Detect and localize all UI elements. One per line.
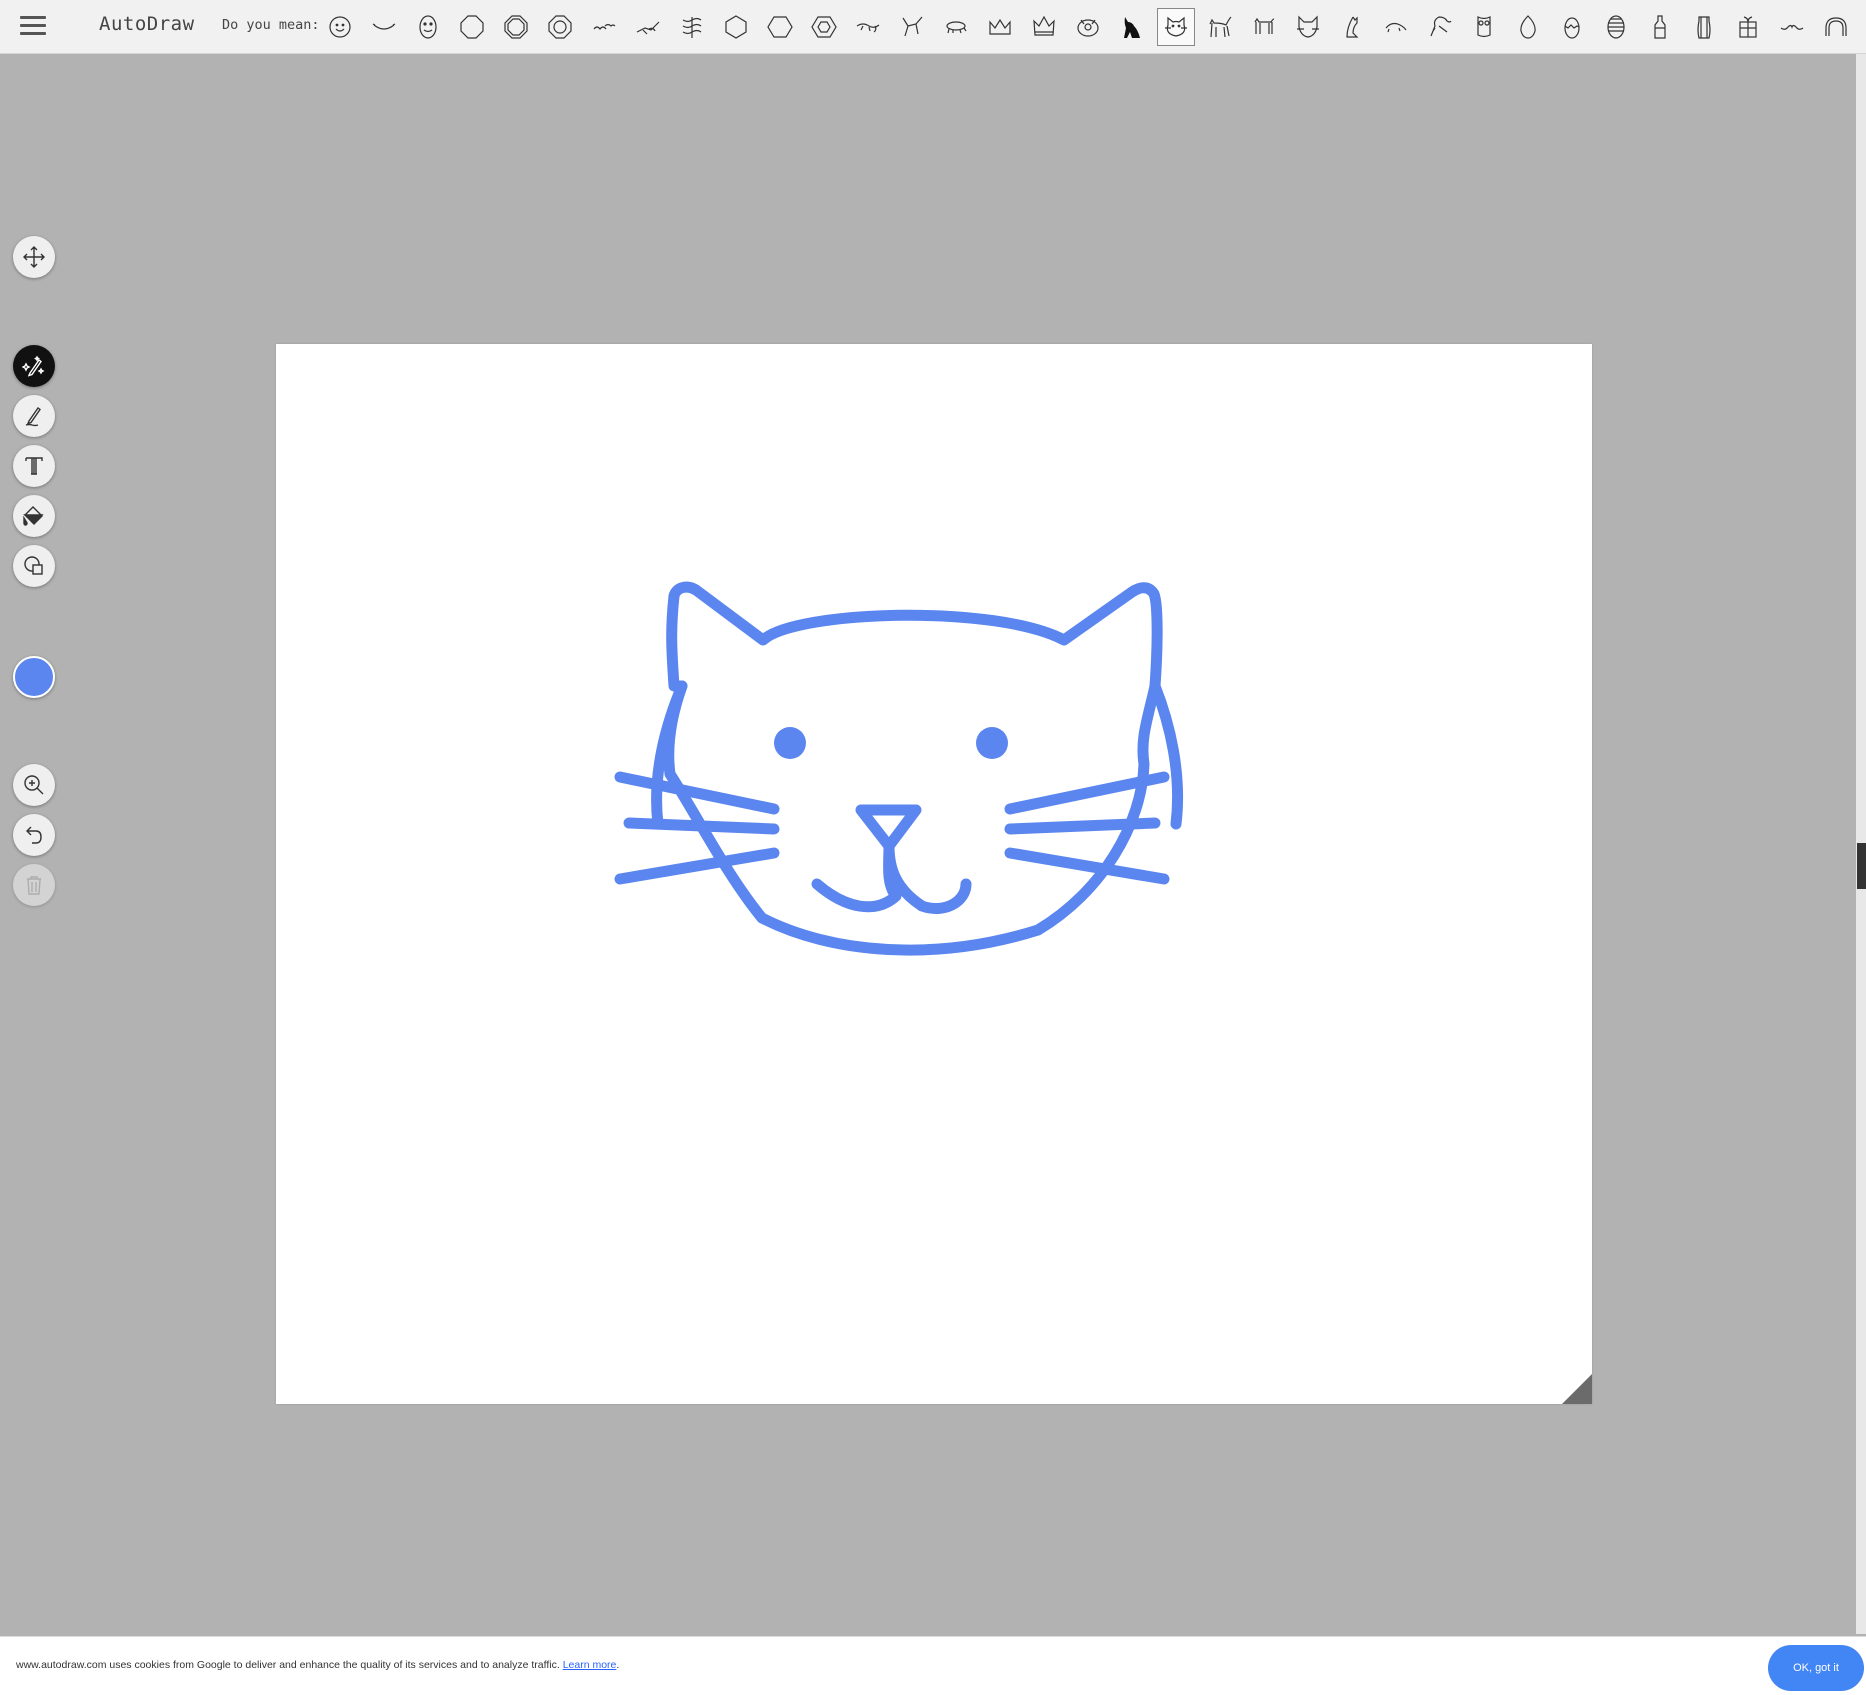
- cookie-period: .: [616, 1659, 620, 1671]
- suggestion-strip: [321, 8, 1866, 46]
- crown-jewel-icon[interactable]: [1069, 8, 1107, 46]
- birds-flying-icon[interactable]: [585, 8, 623, 46]
- bird-wings-icon[interactable]: [893, 8, 931, 46]
- egg-cracked-icon[interactable]: [1553, 8, 1591, 46]
- pencil-icon[interactable]: [13, 395, 55, 437]
- cat-standing-icon[interactable]: [1201, 8, 1239, 46]
- crown-icon[interactable]: [981, 8, 1019, 46]
- learn-more-link[interactable]: Learn more: [563, 1659, 617, 1671]
- concentric-octagon-icon[interactable]: [541, 8, 579, 46]
- dog-icon[interactable]: [1245, 8, 1283, 46]
- double-octagon-icon[interactable]: [497, 8, 535, 46]
- undo-icon[interactable]: [13, 814, 55, 856]
- hexagon-icon[interactable]: [717, 8, 755, 46]
- cat-face-icon[interactable]: [1157, 8, 1195, 46]
- suggestions-label: Do you mean:: [222, 17, 320, 33]
- gift-icon[interactable]: [1729, 8, 1767, 46]
- cat-silhouette-icon[interactable]: [1113, 8, 1151, 46]
- cat-face-drawing[interactable]: [276, 344, 1592, 1404]
- octagon-icon[interactable]: [453, 8, 491, 46]
- bird-sketch-icon[interactable]: [629, 8, 667, 46]
- concentric-hexagon-icon[interactable]: [805, 8, 843, 46]
- dragon-icon[interactable]: [1421, 8, 1459, 46]
- color-picker[interactable]: [13, 656, 55, 698]
- hexagon-wide-icon[interactable]: [761, 8, 799, 46]
- smile-mouth-icon[interactable]: [365, 8, 403, 46]
- animal-running-icon[interactable]: [937, 8, 975, 46]
- cookie-text-line: www.autodraw.com uses cookies from Googl…: [16, 1659, 619, 1671]
- cookie-banner: www.autodraw.com uses cookies from Googl…: [0, 1636, 1866, 1695]
- menu-icon[interactable]: [20, 16, 46, 38]
- mustache-icon[interactable]: [1773, 8, 1811, 46]
- autodraw-icon[interactable]: [13, 345, 55, 387]
- tilde-icon[interactable]: [1861, 8, 1866, 46]
- side-panel-tab[interactable]: [1857, 843, 1866, 889]
- app-title: AutoDraw: [99, 13, 195, 35]
- jar-icon[interactable]: [1685, 8, 1723, 46]
- text-icon[interactable]: [13, 445, 55, 487]
- cat-sitting-icon[interactable]: [1333, 8, 1371, 46]
- mouse-icon[interactable]: [1377, 8, 1415, 46]
- easter-egg-icon[interactable]: [1597, 8, 1635, 46]
- fill-bucket-icon[interactable]: [13, 495, 55, 537]
- lizard-icon[interactable]: [849, 8, 887, 46]
- bottle-icon[interactable]: [1641, 8, 1679, 46]
- drawing-canvas[interactable]: [276, 344, 1592, 1404]
- canvas-resize-handle[interactable]: [1562, 1374, 1592, 1404]
- trash-icon[interactable]: [13, 864, 55, 906]
- arch-icon[interactable]: [1817, 8, 1855, 46]
- zoom-icon[interactable]: [13, 764, 55, 806]
- crown-ornate-icon[interactable]: [1025, 8, 1063, 46]
- smiley-face-icon[interactable]: [321, 8, 359, 46]
- face-oval-icon[interactable]: [409, 8, 447, 46]
- scribble-icon[interactable]: [673, 8, 711, 46]
- owl-icon[interactable]: [1465, 8, 1503, 46]
- shapes-icon[interactable]: [13, 545, 55, 587]
- cookie-message: www.autodraw.com uses cookies from Googl…: [16, 1659, 560, 1671]
- egg-icon[interactable]: [1509, 8, 1547, 46]
- move-icon[interactable]: [13, 236, 55, 278]
- top-bar: AutoDraw Do you mean:: [0, 0, 1866, 54]
- cat-face-alt-icon[interactable]: [1289, 8, 1327, 46]
- cookie-accept-button[interactable]: OK, got it: [1768, 1645, 1864, 1691]
